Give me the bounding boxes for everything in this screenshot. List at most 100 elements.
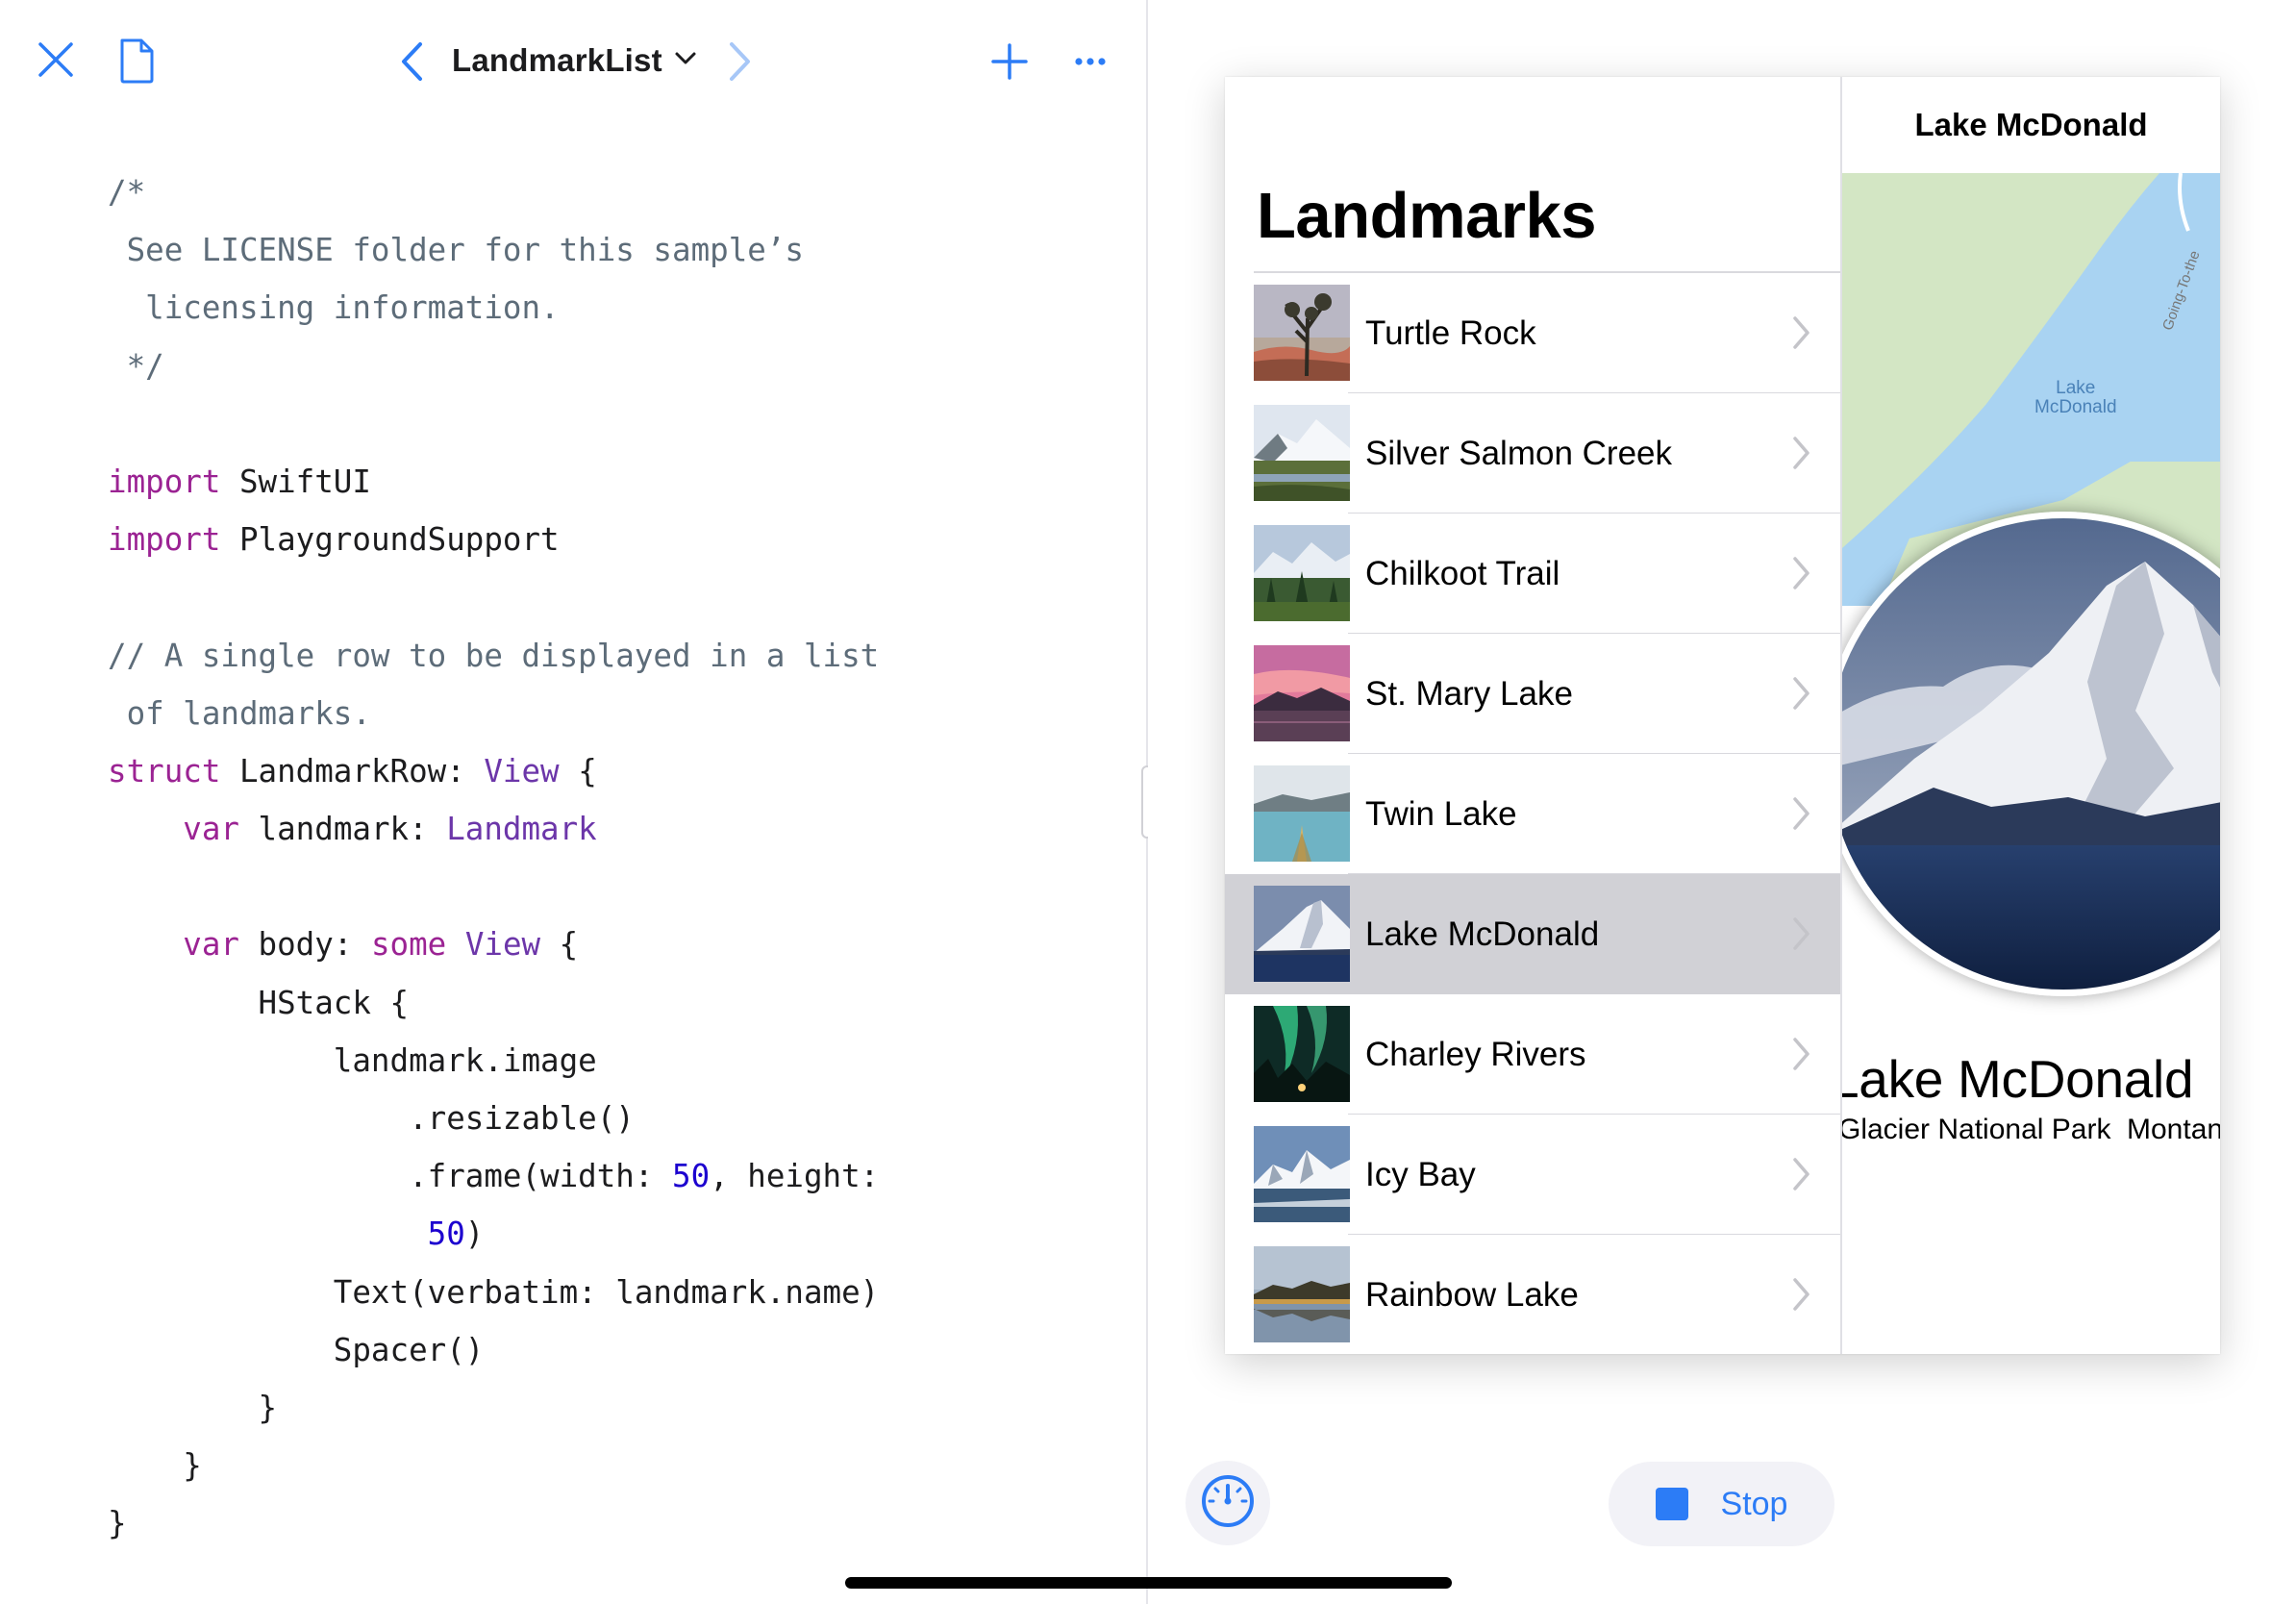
file-title-menu[interactable]: LandmarkList xyxy=(452,37,697,85)
code-token: PlaygroundSupport xyxy=(220,521,560,559)
row-separator xyxy=(1348,1353,1840,1354)
list-row[interactable]: Icy Bay xyxy=(1225,1115,1840,1235)
list-row[interactable]: St. Mary Lake xyxy=(1225,634,1840,754)
code-token: licensing information. xyxy=(108,289,560,327)
code-token: struct xyxy=(108,752,221,789)
stop-square-icon xyxy=(1655,1488,1688,1520)
chevron-left-icon[interactable] xyxy=(392,40,431,83)
detail-nav-title: Lake McDonald xyxy=(1914,107,2148,142)
chevron-right-icon xyxy=(1792,1157,1811,1196)
landmark-thumbnail xyxy=(1254,765,1350,862)
gauge-icon xyxy=(1199,1472,1257,1535)
code-token: .resizable() xyxy=(108,1100,635,1137)
code-token: View xyxy=(464,926,541,964)
code-line: landmark.image xyxy=(108,1032,879,1090)
row-label: Twin Lake xyxy=(1365,795,1517,833)
map-lake-label: Lake McDonald xyxy=(2034,378,2117,417)
code-line: 50) xyxy=(108,1205,879,1263)
code-line: } xyxy=(108,1494,879,1552)
code-token: /* xyxy=(108,174,146,211)
row-label: Charley Rivers xyxy=(1365,1036,1586,1073)
ellipsis-icon[interactable] xyxy=(1071,48,1110,75)
plus-icon[interactable] xyxy=(988,40,1031,83)
code-token: var xyxy=(183,811,239,848)
live-preview: Landmarks Turtle Rock Silver Salmon Creek… xyxy=(1225,77,2220,1354)
code-editor-pane: LandmarkList /* See LICENSE folder for t… xyxy=(0,0,1146,1604)
code-token: 50 xyxy=(427,1216,465,1253)
code-line: import SwiftUI xyxy=(108,453,879,511)
code-line: .frame(width: 50, height: xyxy=(108,1147,879,1205)
code-line: .resizable() xyxy=(108,1090,879,1147)
code-line: } xyxy=(108,1437,879,1494)
code-token: See LICENSE folder for this sample’s xyxy=(108,232,804,269)
code-token: // A single row to be displayed in a lis… xyxy=(108,637,880,674)
code-token: View xyxy=(484,752,560,789)
chevron-right-icon xyxy=(1792,676,1811,715)
ipad-screen: LandmarkList /* See LICENSE folder for t… xyxy=(0,0,2296,1604)
code-token: Spacer() xyxy=(108,1331,485,1368)
row-label: Rainbow Lake xyxy=(1365,1276,1579,1314)
code-line: HStack { xyxy=(108,974,879,1032)
code-token: { xyxy=(540,926,579,964)
chevron-down-icon xyxy=(674,51,697,71)
code-token: { xyxy=(559,752,597,789)
code-token: some xyxy=(370,926,447,964)
list-row[interactable]: Lake McDonald xyxy=(1225,874,1840,994)
landmark-list: Turtle Rock Silver Salmon Creek Chilkoot T… xyxy=(1225,271,1840,1354)
code-token: 50 xyxy=(672,1158,711,1195)
nav-large-title: Landmarks xyxy=(1257,180,1596,252)
code-line: */ xyxy=(108,338,879,395)
code-line: var body: some View { xyxy=(108,915,879,973)
landmark-thumbnail xyxy=(1254,525,1350,621)
code-token: landmark.image xyxy=(108,1041,597,1079)
chevron-right-icon xyxy=(1792,916,1811,956)
landmark-thumbnail xyxy=(1254,1006,1350,1102)
document-icon[interactable] xyxy=(115,37,158,85)
home-indicator[interactable] xyxy=(845,1577,1452,1589)
detail-state-name: Montana xyxy=(2127,1114,2220,1145)
landmark-list-view: Landmarks Turtle Rock Silver Salmon Creek… xyxy=(1225,77,1840,1354)
list-row[interactable]: Turtle Rock xyxy=(1225,273,1840,393)
code-token: ) xyxy=(464,1216,485,1253)
gauge-button[interactable] xyxy=(1185,1461,1270,1545)
row-label: Silver Salmon Creek xyxy=(1365,435,1672,472)
row-label: Turtle Rock xyxy=(1365,314,1536,352)
code-line: import PlaygroundSupport xyxy=(108,511,879,568)
chevron-right-icon[interactable] xyxy=(721,40,760,83)
code-line: // A single row to be displayed in a lis… xyxy=(108,627,879,685)
code-line: Spacer() xyxy=(108,1321,879,1379)
code-line: Text(verbatim: landmark.name) xyxy=(108,1264,879,1321)
landmark-thumbnail xyxy=(1254,1246,1350,1342)
code-line: var landmark: Landmark xyxy=(108,800,879,858)
code-line: of landmarks. xyxy=(108,685,879,742)
code-token: } xyxy=(108,1505,127,1542)
list-row[interactable]: Rainbow Lake xyxy=(1225,1235,1840,1354)
code-token: body: xyxy=(238,926,371,964)
row-label: Icy Bay xyxy=(1365,1156,1476,1193)
chevron-right-icon xyxy=(1792,1277,1811,1316)
landmark-detail-view: Lake McDonald Lake McDonald Going-To-the xyxy=(1842,77,2220,1354)
detail-landmark-name: Lake McDonald xyxy=(1842,1049,2194,1109)
stop-button[interactable]: Stop xyxy=(1609,1462,1834,1546)
code-line: struct LandmarkRow: View { xyxy=(108,742,879,800)
code-text-view[interactable]: /* See LICENSE folder for this sample’s … xyxy=(108,163,879,1553)
landmark-thumbnail xyxy=(1254,886,1350,982)
code-token: HStack { xyxy=(108,984,410,1021)
close-icon[interactable] xyxy=(35,38,77,81)
code-token: , height: xyxy=(710,1158,880,1195)
code-token: import xyxy=(108,463,221,500)
list-row[interactable]: Charley Rivers xyxy=(1225,994,1840,1115)
code-token: Landmark xyxy=(446,811,597,848)
code-token: var xyxy=(183,926,239,964)
list-row[interactable]: Twin Lake xyxy=(1225,754,1840,874)
code-token: */ xyxy=(108,347,164,385)
code-line: See LICENSE folder for this sample’s xyxy=(108,221,879,279)
landmark-thumbnail xyxy=(1254,405,1350,501)
list-row[interactable]: Chilkoot Trail xyxy=(1225,514,1840,634)
code-token: import xyxy=(108,521,221,559)
list-row[interactable]: Silver Salmon Creek xyxy=(1225,393,1840,514)
